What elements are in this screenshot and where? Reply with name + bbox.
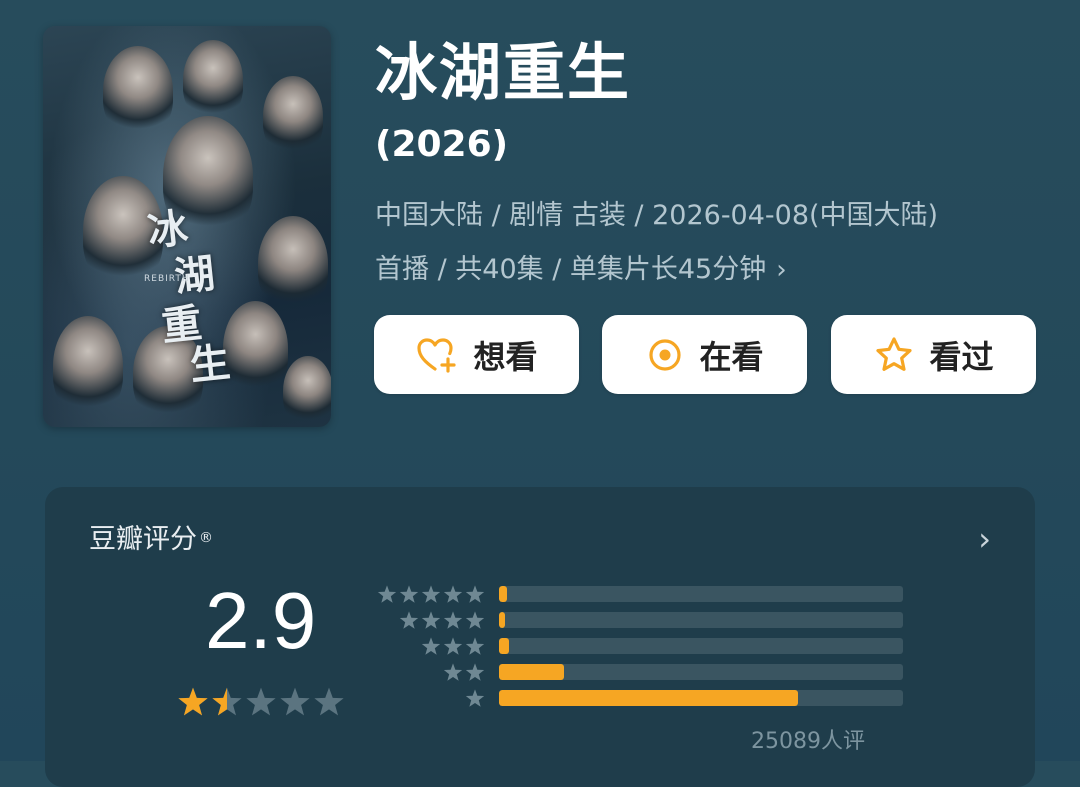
watching-label: 在看 <box>699 337 764 376</box>
rating-row-stars <box>399 611 485 631</box>
show-meta-line2-text: 首播 / 共40集 / 单集片长45分钟 <box>375 254 767 285</box>
star-icon <box>465 689 485 707</box>
poster-figure <box>53 316 123 416</box>
poster-image[interactable]: 冰 湖 重 生 REBIRTH <box>43 26 331 427</box>
watched-button[interactable]: 看过 <box>831 315 1036 394</box>
rating-count[interactable]: 25089人评 <box>751 723 865 755</box>
rating-card: 豆瓣评分 ® › 2.9 25089人评 <box>45 487 1035 787</box>
star-icon <box>443 637 463 655</box>
rating-row-1-star <box>383 689 903 707</box>
rating-card-title: 豆瓣评分 ® <box>89 522 213 558</box>
rating-row-5-star <box>377 585 903 603</box>
heart-plus-icon <box>415 335 459 375</box>
rating-row-2-star <box>383 663 903 681</box>
poster-figure <box>103 46 173 136</box>
rating-row-stars <box>465 689 485 709</box>
star-icon <box>421 585 441 603</box>
star-icon <box>465 663 485 681</box>
target-circle-icon <box>645 335 685 375</box>
poster-title-char: 生 <box>187 338 233 390</box>
star-icon <box>377 585 397 603</box>
want-to-watch-label: 想看 <box>473 337 538 376</box>
rating-title-text: 豆瓣评分 <box>89 524 197 555</box>
star-icon <box>443 585 463 603</box>
poster-figure <box>183 40 243 120</box>
rating-row-3-star <box>383 637 903 655</box>
star-outline-icon <box>873 335 915 375</box>
rating-bar-fill <box>499 638 510 654</box>
show-year: (2026) <box>375 124 509 165</box>
poster-title-char: 冰 <box>145 204 191 256</box>
star-icon <box>465 637 485 655</box>
star-icon <box>280 687 310 716</box>
star-icon <box>399 611 419 629</box>
star-icon <box>399 585 419 603</box>
registered-mark: ® <box>199 530 213 546</box>
show-meta-line2[interactable]: 首播 / 共40集 / 单集片长45分钟 › <box>375 252 787 288</box>
watched-label: 看过 <box>929 337 994 376</box>
rating-bar-track <box>499 690 903 706</box>
rating-bar-track <box>499 586 903 602</box>
poster-figure <box>283 356 331 426</box>
rating-bar-fill <box>499 690 798 706</box>
rating-row-4-star <box>383 611 903 629</box>
rating-score: 2.9 <box>205 576 317 665</box>
rating-bar-fill <box>499 664 564 680</box>
chevron-right-icon[interactable]: › <box>978 520 991 558</box>
rating-row-stars <box>421 637 485 657</box>
star-icon <box>465 611 485 629</box>
rating-bar-track <box>499 638 903 654</box>
show-meta-line1: 中国大陆 / 剧情 古装 / 2026-04-08(中国大陆) <box>375 200 939 231</box>
rating-row-stars <box>443 663 485 683</box>
show-title: 冰湖重生 <box>375 36 632 109</box>
rating-bar-track <box>499 664 903 680</box>
rating-bar-fill <box>499 612 506 628</box>
poster-subtitle: REBIRTH <box>144 274 190 284</box>
poster-figure <box>258 216 328 311</box>
star-icon <box>421 611 441 629</box>
star-icon <box>421 637 441 655</box>
star-icon <box>178 687 208 716</box>
star-icon <box>443 663 463 681</box>
star-icon <box>443 611 463 629</box>
chevron-right-icon: › <box>776 255 787 285</box>
poster-figure <box>263 76 323 156</box>
watching-button[interactable]: 在看 <box>602 315 807 394</box>
star-icon <box>246 687 276 716</box>
star-icon <box>212 687 242 716</box>
rating-bar-track <box>499 612 903 628</box>
star-icon <box>465 585 485 603</box>
score-stars <box>177 687 345 719</box>
want-to-watch-button[interactable]: 想看 <box>374 315 579 394</box>
star-icon <box>314 687 344 716</box>
rating-bar-fill <box>499 586 508 602</box>
rating-row-stars <box>377 585 485 605</box>
